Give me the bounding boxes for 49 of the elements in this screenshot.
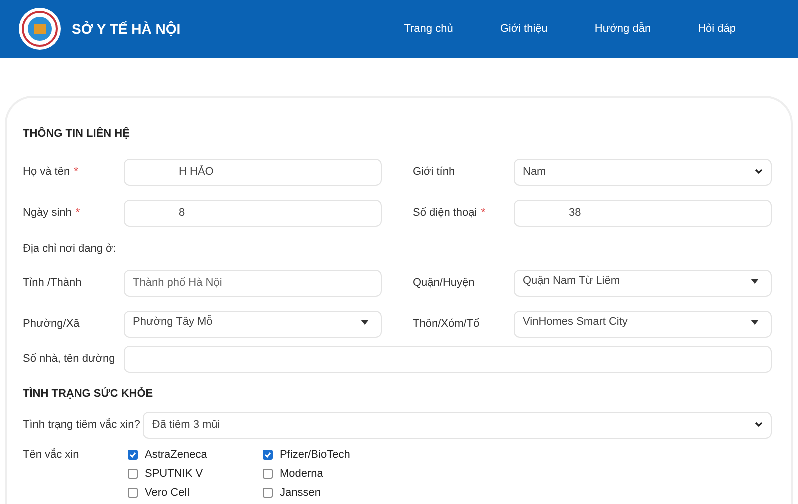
caret-down-icon <box>751 320 759 325</box>
text-field[interactable]: H HẢO <box>124 158 382 186</box>
check-icon <box>129 451 137 459</box>
emblem-logo-icon <box>18 7 62 51</box>
caret-down-icon <box>361 320 369 325</box>
field-label: Số nhà, tên đường <box>23 352 116 368</box>
chevron-down-icon <box>755 422 763 428</box>
field-label: Họ và tên * <box>23 164 80 180</box>
checkbox-label: Moderna <box>280 466 324 482</box>
select-field[interactable]: Đã tiêm 3 mũi <box>143 412 772 438</box>
field-label: Tên vắc xin <box>23 448 80 462</box>
checkbox[interactable] <box>263 469 273 479</box>
text-field[interactable]: Thành phố Hà Nội <box>124 270 382 297</box>
text-field[interactable] <box>124 346 772 373</box>
checkbox-label: Vero Cell <box>145 486 190 500</box>
checkbox-label: AstraZeneca <box>145 448 208 462</box>
field-label: Phường/Xã <box>23 317 81 332</box>
field-label: Giới tính <box>413 164 456 180</box>
field-label: Tỉnh /Thành <box>23 276 83 292</box>
section-title: THÔNG TIN LIÊN HỆ <box>23 126 131 142</box>
select-field[interactable]: Nam <box>514 158 772 186</box>
checkbox[interactable] <box>128 488 138 498</box>
site-title: SỞ Y TẾ HÀ NỘI <box>72 20 181 38</box>
section-title: TÌNH TRẠNG SỨC KHỎE <box>23 386 154 402</box>
chevron-down-icon <box>755 169 763 175</box>
checkbox-label: SPUTNIK V <box>145 466 204 482</box>
text-field[interactable]: 8 <box>124 200 382 226</box>
checkbox-label: Pfizer/BioTech <box>280 448 350 462</box>
dropdown-field[interactable]: Phường Tây Mỗ <box>124 311 382 338</box>
nav-link[interactable]: Trang chủ <box>404 20 454 38</box>
dropdown-field[interactable]: VinHomes Smart City <box>514 311 772 338</box>
text-field[interactable]: 38 <box>514 200 772 226</box>
checkbox[interactable] <box>263 488 273 498</box>
checkbox-label: Janssen <box>280 486 321 500</box>
nav-link[interactable]: Hỏi đáp <box>698 20 736 38</box>
field-label: Ngày sinh * <box>23 206 82 221</box>
checkbox[interactable] <box>128 469 138 479</box>
field-label: Quận/Huyện <box>413 276 476 292</box>
nav-link[interactable]: Giới thiệu <box>500 20 548 38</box>
field-label: Tình trạng tiêm vắc xin? <box>23 418 140 433</box>
field-label: Số điện thoại * <box>413 206 486 221</box>
checkbox[interactable] <box>263 450 273 460</box>
checkbox[interactable] <box>128 450 138 460</box>
dropdown-field[interactable]: Quận Nam Từ Liêm <box>514 270 772 297</box>
field-label: Thôn/Xóm/Tổ <box>413 317 481 332</box>
nav-link[interactable]: Hướng dẫn <box>594 20 652 38</box>
caret-down-icon <box>751 279 759 284</box>
check-icon <box>264 451 272 459</box>
address-heading: Địa chỉ nơi đang ở: <box>23 242 118 256</box>
